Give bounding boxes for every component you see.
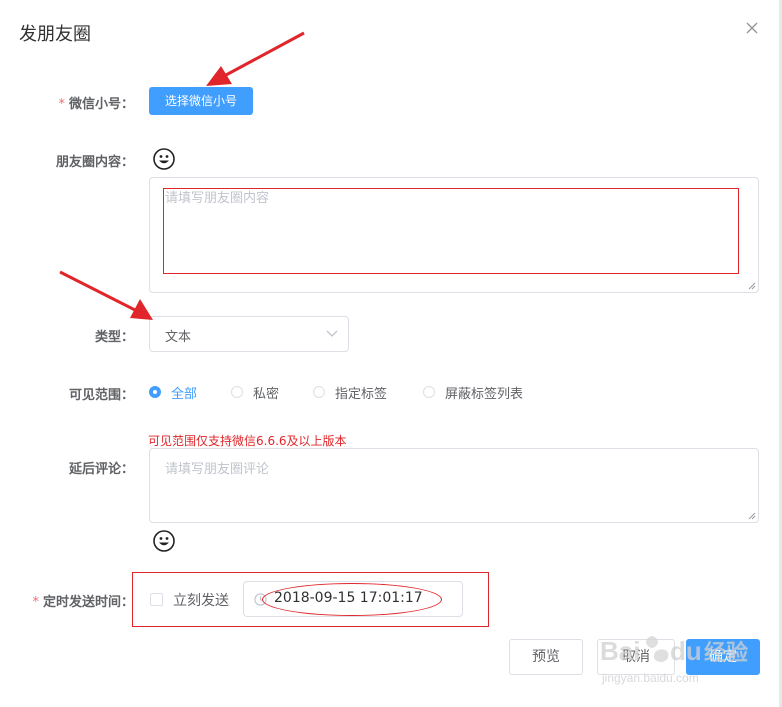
content-placeholder: 请填写朋友圈内容	[165, 191, 270, 206]
type-label: 类型：	[94, 330, 134, 345]
radio-block-tags-label: 屏蔽标签列表	[445, 386, 524, 402]
dialog: 发朋友圈 * 微信小号： 选择微信小号 朋友圈内容： 请填写朋友圈内容 类型： 文…	[0, 0, 782, 707]
radio-all-label: 全部	[171, 386, 198, 402]
radio-tags[interactable]: 指定标签	[313, 383, 388, 402]
close-icon[interactable]	[742, 18, 762, 38]
radio-private[interactable]: 私密	[231, 383, 280, 402]
radio-block-tags[interactable]: 屏蔽标签列表	[423, 383, 524, 402]
radio-private-circle[interactable]	[231, 386, 243, 398]
wechat-label: * 微信小号：	[0, 93, 134, 112]
cancel-button[interactable]: 取消	[597, 639, 675, 675]
type-select-value: 文本	[165, 330, 192, 345]
datetime-picker[interactable]: 2018-09-15 17:01:17	[243, 581, 463, 617]
clock-icon	[254, 593, 267, 606]
wechat-label-text: 微信小号：	[68, 97, 134, 112]
resize-handle-icon[interactable]	[748, 512, 756, 520]
send-now-label: 立刻发送	[173, 593, 229, 609]
smiley-icon[interactable]	[153, 530, 175, 552]
radio-block-tags-circle[interactable]	[423, 386, 435, 398]
schedule-label-text: 定时发送时间：	[42, 595, 134, 610]
chevron-down-icon	[326, 330, 338, 337]
confirm-button[interactable]: 确定	[686, 639, 760, 675]
type-select[interactable]: 文本	[149, 316, 349, 352]
radio-tags-label: 指定标签	[335, 386, 388, 402]
select-wechat-button[interactable]: 选择微信小号	[149, 87, 253, 115]
required-mark: *	[58, 97, 65, 112]
smiley-icon[interactable]	[153, 148, 175, 170]
radio-all[interactable]: 全部	[149, 383, 198, 402]
preview-button[interactable]: 预览	[509, 639, 583, 675]
comment-label: 延后评论：	[68, 462, 134, 477]
comment-placeholder: 请填写朋友圈评论	[165, 462, 270, 477]
resize-handle-icon[interactable]	[748, 282, 756, 290]
comment-textarea[interactable]: 请填写朋友圈评论	[149, 448, 759, 523]
radio-private-label: 私密	[253, 386, 280, 402]
radio-all-circle[interactable]	[149, 386, 161, 398]
content-textarea[interactable]: 请填写朋友圈内容	[149, 177, 759, 293]
arrow-to-select-wechat	[206, 31, 305, 86]
content-label: 朋友圈内容：	[55, 155, 134, 170]
required-mark: *	[32, 595, 39, 610]
dialog-title: 发朋友圈	[19, 24, 91, 45]
radio-tags-circle[interactable]	[313, 386, 325, 398]
visibility-label: 可见范围：	[68, 388, 134, 403]
visibility-note: 可见范围仅支持微信6.6.6及以上版本	[148, 434, 347, 448]
arrow-to-type-select	[59, 270, 153, 320]
schedule-label: * 定时发送时间：	[0, 591, 134, 610]
send-now-checkbox[interactable]	[150, 593, 163, 606]
datetime-value: 2018-09-15 17:01:17	[274, 590, 423, 606]
